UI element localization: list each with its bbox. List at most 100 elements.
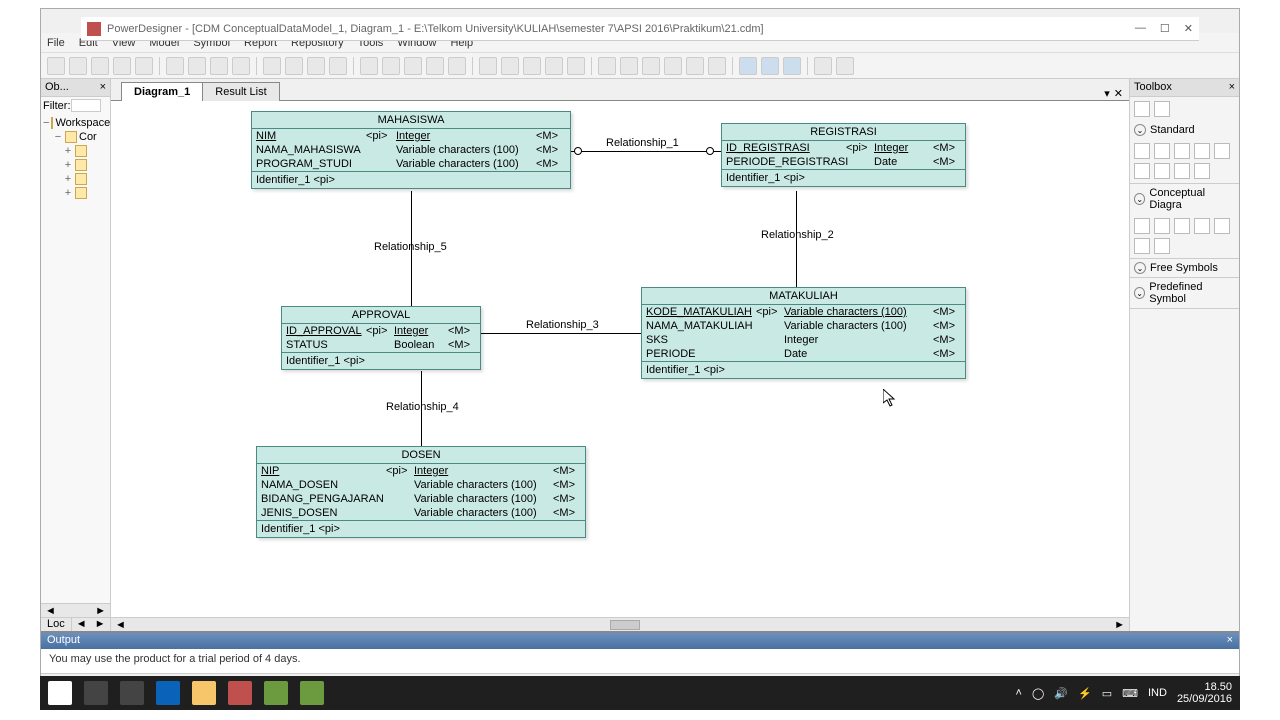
tray-network-icon[interactable]: ⚡	[1078, 687, 1092, 700]
toolbar-print-icon[interactable]	[135, 57, 153, 75]
relationship-line[interactable]	[481, 333, 641, 334]
toolbar-btn-icon[interactable]	[567, 57, 585, 75]
tool-icon[interactable]	[1134, 101, 1150, 117]
toolbox-group-conceptual[interactable]: Conceptual Diagra	[1149, 187, 1235, 211]
toolbar-btn-icon[interactable]	[814, 57, 832, 75]
tool-zoom-icon[interactable]	[1174, 143, 1190, 159]
camtasia-icon[interactable]	[264, 681, 288, 705]
maximize-button[interactable]: ☐	[1160, 22, 1170, 35]
tool-association-icon[interactable]	[1194, 218, 1210, 234]
toolbar-btn-icon[interactable]	[708, 57, 726, 75]
tray-chrome-icon[interactable]: ◯	[1032, 687, 1044, 700]
tray-battery-icon[interactable]: ▭	[1102, 687, 1112, 700]
toolbar-btn-icon[interactable]	[836, 57, 854, 75]
toolbar-new-icon[interactable]	[47, 57, 65, 75]
tool-icon[interactable]	[1214, 218, 1230, 234]
tray-volume-icon[interactable]: 🔊	[1054, 687, 1068, 700]
toolbar-redo-icon[interactable]	[285, 57, 303, 75]
toolbox-close-icon[interactable]: ×	[1229, 81, 1235, 94]
toolbar-btn-icon[interactable]	[642, 57, 660, 75]
toolbar-btn-icon[interactable]	[404, 57, 422, 75]
tool-icon[interactable]	[1194, 163, 1210, 179]
tool-relationship-icon[interactable]	[1154, 218, 1170, 234]
toolbar-open-icon[interactable]	[69, 57, 87, 75]
toolbar-btn-icon[interactable]	[360, 57, 378, 75]
toolbox-group-standard[interactable]: Standard	[1150, 124, 1195, 136]
toolbar-btn-icon[interactable]	[598, 57, 616, 75]
taskview-icon[interactable]	[120, 681, 144, 705]
tool-cut-icon[interactable]	[1154, 163, 1170, 179]
menu-file[interactable]: File	[47, 37, 65, 49]
toolbar-btn-icon[interactable]	[783, 57, 801, 75]
camtasia-rec-icon[interactable]	[300, 681, 324, 705]
minimize-button[interactable]: —	[1135, 22, 1146, 35]
canvas-hscroll[interactable]: ◄ ►	[111, 617, 1129, 631]
toolbar-btn-icon[interactable]	[545, 57, 563, 75]
toolbar-btn-icon[interactable]	[448, 57, 466, 75]
entity-matakuliah[interactable]: MATAKULIAH KODE_MATAKULIAH<pi>Variable c…	[641, 287, 966, 379]
browser-hscroll[interactable]: ◄►	[41, 603, 110, 617]
close-button[interactable]: ✕	[1184, 22, 1193, 35]
toolbar-btn-icon[interactable]	[382, 57, 400, 75]
toolbar-btn-icon[interactable]	[479, 57, 497, 75]
tool-entity-icon[interactable]	[1134, 218, 1150, 234]
tab-close-icon[interactable]: ✕	[1114, 87, 1123, 100]
tool-paste-icon[interactable]	[1174, 163, 1190, 179]
explorer-icon[interactable]	[192, 681, 216, 705]
chevron-icon[interactable]: ⌄	[1134, 193, 1145, 205]
toolbar-btn-icon[interactable]	[739, 57, 757, 75]
diagram-canvas[interactable]: MAHASISWA NIM<pi>Integer<M> NAMA_MAHASIS…	[111, 101, 1129, 617]
edge-icon[interactable]	[156, 681, 180, 705]
browser-tab-local[interactable]: Loc	[41, 618, 72, 631]
tool-icon[interactable]	[1134, 238, 1150, 254]
toolbar-find-icon[interactable]	[307, 57, 325, 75]
tool-icon[interactable]	[1214, 143, 1230, 159]
filter-input[interactable]	[71, 99, 101, 112]
tray-clock[interactable]: 18.50 25/09/2016	[1177, 681, 1232, 705]
tab-resultlist[interactable]: Result List	[202, 82, 279, 101]
chevron-icon[interactable]: ⌄	[1134, 124, 1146, 136]
relationship-line[interactable]	[571, 151, 721, 152]
tool-icon[interactable]	[1154, 238, 1170, 254]
start-icon[interactable]	[48, 681, 72, 705]
app-icon[interactable]	[228, 681, 252, 705]
toolbar-btn-icon[interactable]	[501, 57, 519, 75]
toolbar-btn-icon[interactable]	[523, 57, 541, 75]
tray-lang[interactable]: IND	[1148, 687, 1167, 699]
toolbar-save-icon[interactable]	[91, 57, 109, 75]
entity-dosen[interactable]: DOSEN NIP<pi>Integer<M> NAMA_DOSENVariab…	[256, 446, 586, 538]
toolbox-group-freesymbols[interactable]: Free Symbols	[1150, 262, 1218, 274]
toolbar-copy-icon[interactable]	[188, 57, 206, 75]
chevron-icon[interactable]: ⌄	[1134, 262, 1146, 274]
tool-icon[interactable]	[1154, 101, 1170, 117]
toolbar-undo-icon[interactable]	[263, 57, 281, 75]
entity-mahasiswa[interactable]: MAHASISWA NIM<pi>Integer<M> NAMA_MAHASIS…	[251, 111, 571, 189]
tool-inheritance-icon[interactable]	[1174, 218, 1190, 234]
entity-registrasi[interactable]: REGISTRASI ID_REGISTRASI<pi>Integer<M> P…	[721, 123, 966, 187]
toolbar-btn-icon[interactable]	[426, 57, 444, 75]
tool-hand-icon[interactable]	[1154, 143, 1170, 159]
toolbar-btn-icon[interactable]	[664, 57, 682, 75]
tab-dropdown-icon[interactable]: ▾	[1104, 87, 1110, 100]
chevron-icon[interactable]: ⌄	[1134, 287, 1145, 299]
tool-icon[interactable]	[1134, 163, 1150, 179]
tray-input-icon[interactable]: ⌨	[1122, 687, 1138, 700]
toolbar-cut-icon[interactable]	[166, 57, 184, 75]
entity-approval[interactable]: APPROVAL ID_APPROVAL<pi>Integer<M> STATU…	[281, 306, 481, 370]
output-close-icon[interactable]: ×	[1227, 634, 1233, 648]
toolbar-btn-icon[interactable]	[761, 57, 779, 75]
tool-pointer-icon[interactable]	[1134, 143, 1150, 159]
toolbar-paste-icon[interactable]	[210, 57, 228, 75]
toolbox-group-predefined[interactable]: Predefined Symbol	[1149, 281, 1235, 305]
toolbar-globe-icon[interactable]	[329, 57, 347, 75]
tool-zoomout-icon[interactable]	[1194, 143, 1210, 159]
toolbar-delete-icon[interactable]	[232, 57, 250, 75]
scroll-thumb[interactable]	[610, 620, 640, 630]
search-icon[interactable]	[84, 681, 108, 705]
object-tree[interactable]: −Workspace −Cor + + + +	[41, 114, 110, 202]
toolbar-saveall-icon[interactable]	[113, 57, 131, 75]
browser-close-icon[interactable]: ×	[100, 81, 106, 94]
tray-chevron-icon[interactable]: ˄	[1016, 687, 1022, 699]
toolbar-btn-icon[interactable]	[686, 57, 704, 75]
tab-diagram[interactable]: Diagram_1	[121, 82, 203, 101]
